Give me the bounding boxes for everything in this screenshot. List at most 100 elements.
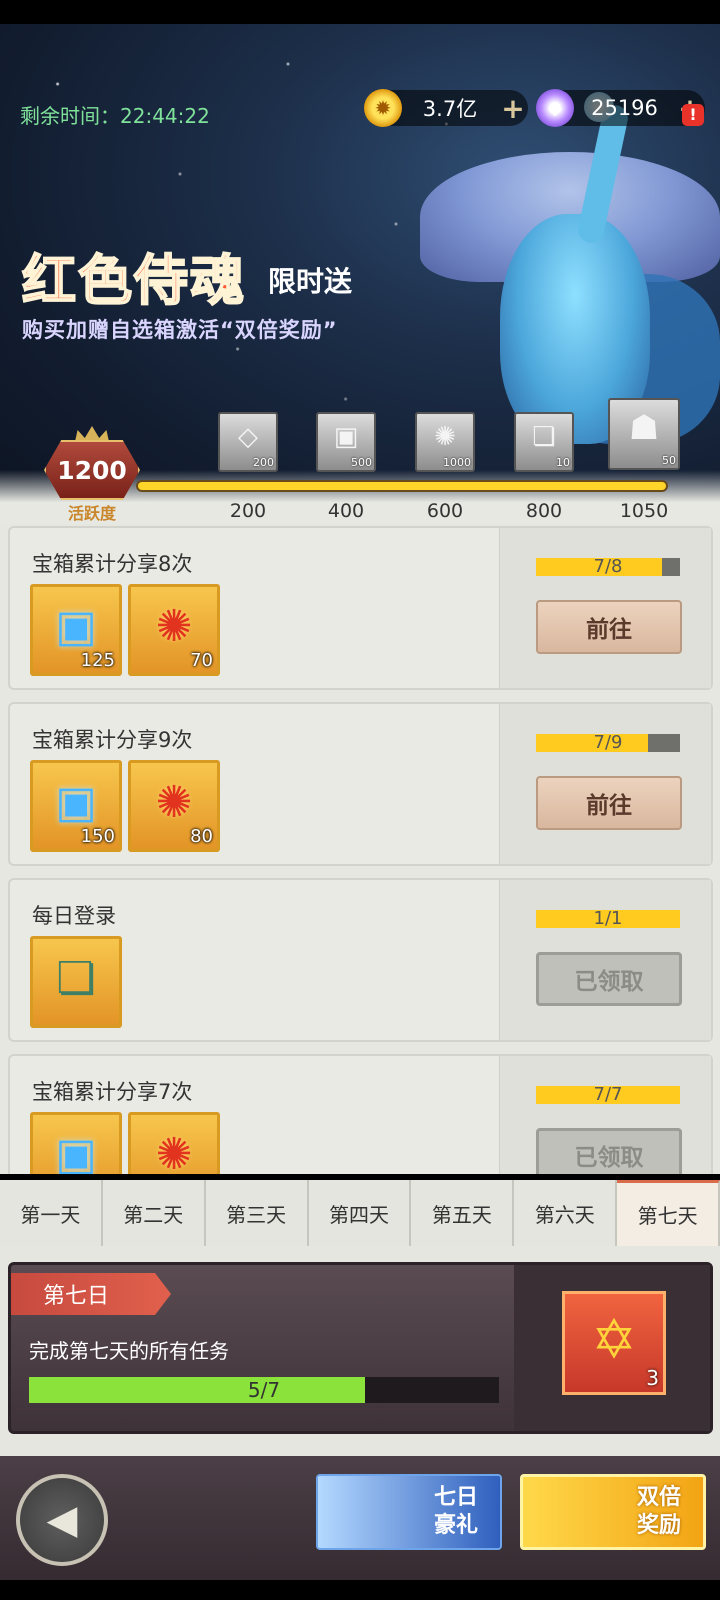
medal-icon: ✺ (155, 601, 193, 652)
cube-icon: ▣ (55, 601, 97, 652)
diamond-icon: ◇ (238, 422, 258, 452)
milestone-count: 1000 (443, 456, 471, 469)
add-coins-button[interactable]: + (498, 92, 528, 125)
task-progress-text: 7/7 (593, 1084, 623, 1105)
milestone-chest-800[interactable]: ❏ 10 (514, 412, 574, 472)
cube-icon: ▣ (55, 1129, 97, 1174)
tab-day-1[interactable]: 第一天 (0, 1180, 103, 1246)
reward-item[interactable]: ✺ 70 (128, 584, 220, 676)
task-title: 宝箱累计分享7次 (32, 1080, 193, 1104)
promo-subtitle: 购买加赠自选箱激活“双倍奖励” (22, 318, 338, 342)
milestone-chest-600[interactable]: ✺ 1000 (415, 412, 475, 472)
claimed-button[interactable]: 已领取 (536, 952, 682, 1006)
go-button[interactable]: 前往 (536, 776, 682, 830)
milestone-count: 200 (253, 456, 274, 469)
task-progress-bar: 7/7 (536, 1084, 680, 1105)
reward-count: 70 (190, 650, 213, 671)
seven-day-gift-button[interactable]: 七日 豪礼 (316, 1474, 502, 1550)
day-tag: 第七日 (11, 1273, 171, 1315)
remaining-time-label: 剩余时间： (20, 104, 120, 128)
task-title: 宝箱累计分享9次 (32, 728, 193, 752)
reward-item[interactable]: ✺ 80 (128, 760, 220, 852)
medal-icon: ✺ (155, 1129, 193, 1174)
chest-count: 3 (646, 1366, 659, 1390)
milestone-label: 200 (229, 500, 267, 522)
task-card: 宝箱累计分享9次 ▣ 150 ✺ 80 7/9 前往 (8, 702, 713, 866)
scroll-icon: ❏ (532, 422, 556, 452)
remaining-time-value: 22:44:22 (120, 104, 210, 128)
day-reward-chest-area: ✡ 3 (514, 1265, 710, 1431)
activity-value: 1200 (57, 456, 127, 485)
milestone-chest-1050[interactable]: ☗ 50 (608, 398, 680, 470)
bottom-bar: ◀ 七日 豪礼 双倍奖励 (0, 1456, 720, 1580)
promo-title: 红色侍魂 (21, 248, 246, 313)
double-label-2: 奖励 (636, 1513, 681, 1538)
status-bar (0, 0, 720, 24)
reward-count: 125 (80, 650, 115, 671)
task-card: 宝箱累计分享7次 ▣ ✺ 7/7 已领取 (8, 1054, 713, 1174)
seven-day-label-1: 七日 (433, 1485, 478, 1510)
task-action-area: 1/1 已领取 (499, 880, 711, 1040)
task-card: 每日登录 ❏ 1/1 已领取 (8, 878, 713, 1042)
task-progress-bar: 1/1 (536, 908, 680, 929)
tab-day-4[interactable]: 第四天 (308, 1180, 412, 1246)
task-action-area: 7/8 前往 (499, 528, 711, 688)
remaining-time: 剩余时间：22:44:22 (20, 100, 210, 129)
activity-track (136, 480, 668, 492)
task-title: 宝箱累计分享8次 (32, 552, 193, 576)
back-arrow-icon: ◀ (46, 1497, 78, 1543)
task-progress-text: 7/8 (593, 556, 623, 577)
milestone-count: 10 (556, 456, 570, 469)
milestone-label: 1050 (619, 500, 669, 522)
task-list[interactable]: 宝箱累计分享8次 ▣ 125 ✺ 70 7/8 前往 宝箱累计分享9次 ▣ 15… (0, 524, 720, 1174)
tab-day-2[interactable]: 第二天 (102, 1180, 206, 1246)
reward-item[interactable]: ▣ 150 (30, 760, 122, 852)
scroll-icon: ❏ (56, 953, 96, 1004)
day-tabs: 第一天 第二天 第三天 第四天 第五天 第六天 第七天 (0, 1180, 720, 1246)
day-reward-text: 完成第七天的所有任务 (29, 1339, 229, 1363)
tab-day-6[interactable]: 第六天 (514, 1180, 618, 1246)
milestone-label: 800 (525, 500, 563, 522)
coin-balance: ✹ 3.7亿 + (364, 89, 528, 127)
activity-badge: 1200 活跃度 (44, 426, 140, 523)
double-reward-button[interactable]: 双倍 奖励 (520, 1474, 706, 1550)
milestone-chest-200[interactable]: ◇ 200 (218, 412, 278, 472)
reward-item[interactable]: ▣ (30, 1112, 122, 1174)
cube-icon: ▣ (55, 777, 97, 828)
milestone-label: 400 (327, 500, 365, 522)
activity-label: 活跃度 (67, 504, 116, 523)
back-button[interactable]: ◀ (16, 1474, 108, 1566)
double-label-1: 双倍 (636, 1485, 681, 1510)
gem-balance: ◆ 25196 + (536, 89, 705, 127)
medal-icon: ✺ (155, 777, 193, 828)
go-button[interactable]: 前往 (536, 600, 682, 654)
tab-day-7[interactable]: 第七天 (617, 1180, 720, 1246)
milestone-count: 50 (662, 454, 676, 467)
task-title: 每日登录 (32, 904, 116, 928)
day-reward-panel: 第七日 完成第七天的所有任务 5/7 ✡ 3 (0, 1246, 720, 1456)
task-action-area: 7/9 前往 (499, 704, 711, 864)
gem-value: 25196 (591, 96, 658, 120)
milestone-chest-400[interactable]: ▣ 500 (316, 412, 376, 472)
milestone-count: 500 (351, 456, 372, 469)
reward-item[interactable]: ▣ 125 (30, 584, 122, 676)
tab-day-3[interactable]: 第三天 (205, 1180, 309, 1246)
medal-icon: ✺ (434, 422, 456, 452)
mystery-chest[interactable]: ✡ 3 (562, 1291, 666, 1395)
task-card: 宝箱累计分享8次 ▣ 125 ✺ 70 7/8 前往 (8, 526, 713, 690)
promo-tag: 限时送 (268, 265, 353, 298)
claimed-button[interactable]: 已领取 (536, 1128, 682, 1174)
gem-icon: ◆ (536, 89, 574, 127)
task-progress-bar: 7/8 (536, 556, 680, 577)
coin-icon: ✹ (364, 89, 402, 127)
reward-item[interactable]: ✺ (128, 1112, 220, 1174)
alert-badge[interactable]: ! (682, 104, 704, 126)
day-reward-box: 第七日 完成第七天的所有任务 5/7 ✡ 3 (8, 1262, 713, 1434)
reward-item[interactable]: ❏ (30, 936, 122, 1028)
task-progress-bar: 7/9 (536, 732, 680, 753)
tab-day-5[interactable]: 第五天 (411, 1180, 515, 1246)
task-progress-text: 7/9 (593, 732, 623, 753)
reward-count: 150 (80, 826, 115, 847)
mystery-chest-icon: ✡ (591, 1308, 637, 1371)
task-action-area: 7/7 已领取 (499, 1056, 711, 1174)
